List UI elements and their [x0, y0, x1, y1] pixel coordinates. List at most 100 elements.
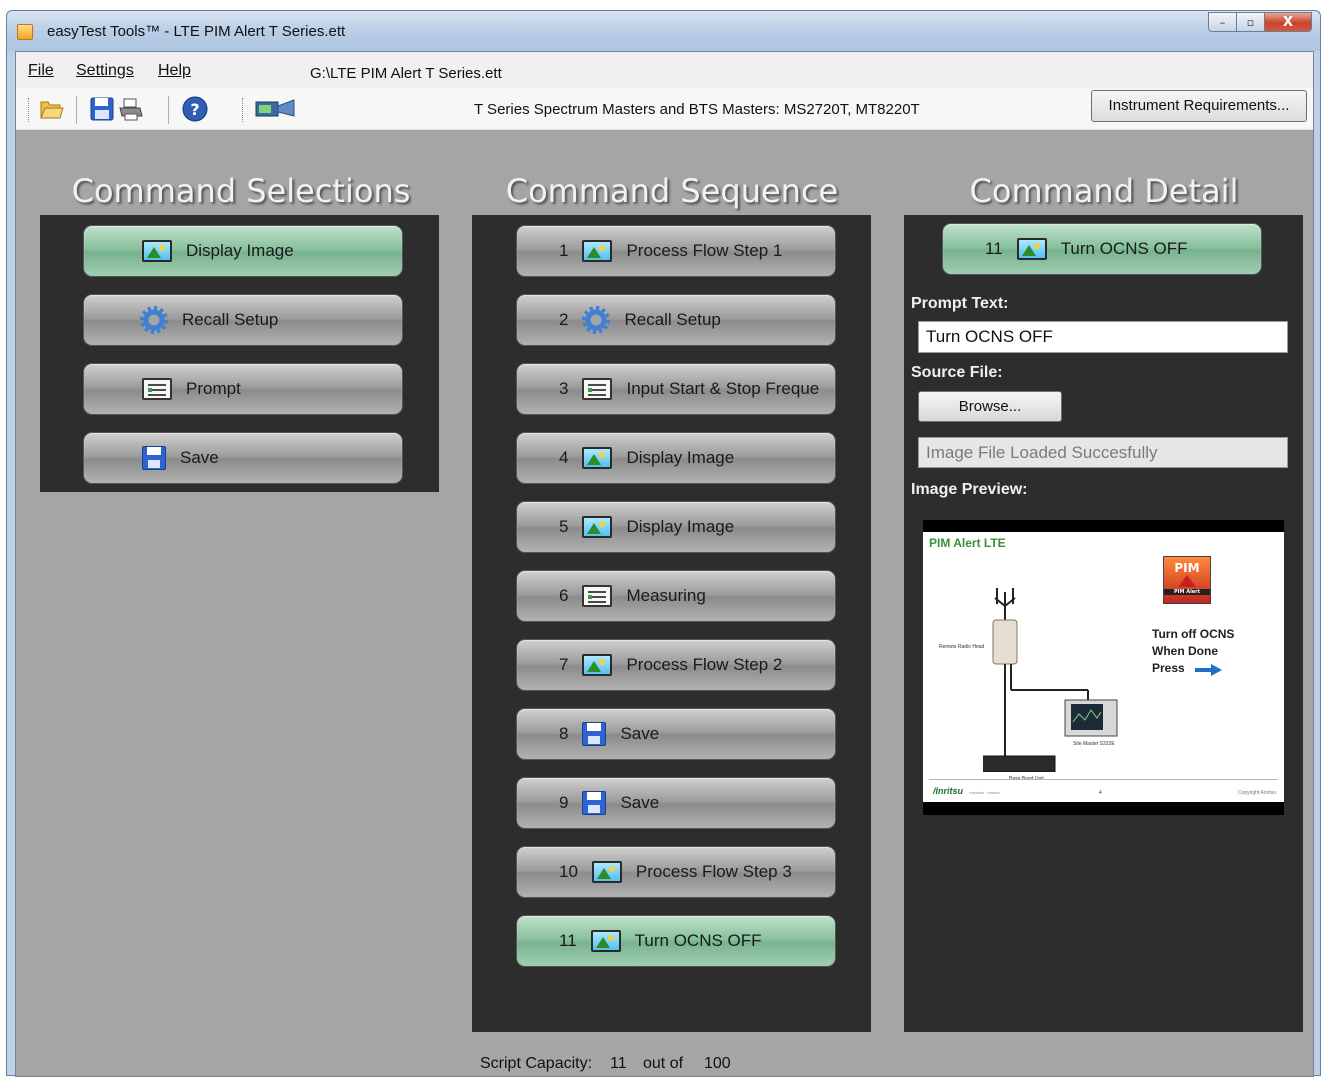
- instruction-line-3: Press: [1152, 661, 1185, 675]
- selection-label: Save: [180, 448, 219, 467]
- sequence-step-button[interactable]: 2 Recall Setup: [516, 294, 836, 346]
- step-number: 8: [559, 724, 569, 743]
- title-bar[interactable]: easyTest Tools™ - LTE PIM Alert T Series…: [7, 11, 1320, 51]
- step-label: Save: [620, 793, 660, 812]
- capacity-label: Script Capacity:: [480, 1055, 593, 1072]
- capacity-out-of: out of: [643, 1055, 684, 1072]
- save-icon: [582, 722, 607, 746]
- toolbar-grip[interactable]: [242, 98, 245, 122]
- command-detail-panel: 11 Turn OCNS OFF Prompt Text: Turn OCNS …: [904, 215, 1303, 1032]
- sequence-step-button[interactable]: 1 Process Flow Step 1: [516, 225, 836, 277]
- slide-footer-line: [929, 779, 1278, 780]
- sequence-step-button[interactable]: 4 Display Image: [516, 432, 836, 484]
- instruction-line-2: When Done: [1152, 644, 1218, 658]
- image-icon: [582, 654, 613, 676]
- toolbar-separator: [76, 96, 77, 124]
- window-controls: – ▫ X: [1208, 12, 1312, 32]
- anritsu-brand: /Inritsu: [933, 786, 964, 796]
- prompt-text-input[interactable]: Turn OCNS OFF: [918, 321, 1288, 353]
- preview-slide: PIM Alert LTE PIM PIM Alert Turn off OCN…: [923, 532, 1284, 802]
- menu-settings[interactable]: Settings: [76, 62, 134, 80]
- logo-subtext: PIM Alert: [1164, 589, 1210, 595]
- instrument-connect-icon[interactable]: [254, 96, 296, 122]
- pim-alert-logo: PIM PIM Alert: [1163, 556, 1211, 604]
- step-number: 4: [559, 448, 569, 467]
- prompt-icon: [582, 378, 613, 400]
- toolbar-separator: [168, 96, 169, 124]
- detail-step-label: Turn OCNS OFF: [1060, 239, 1188, 258]
- slide-page-number: 4: [1099, 790, 1102, 796]
- print-icon[interactable]: [118, 96, 144, 122]
- selection-prompt-button[interactable]: Prompt: [83, 363, 403, 415]
- menu-file[interactable]: File: [28, 62, 54, 80]
- step-number: 2: [559, 310, 569, 329]
- close-button[interactable]: X: [1264, 12, 1312, 32]
- gear-icon: [582, 306, 611, 334]
- menu-file-label: File: [28, 62, 54, 79]
- sequence-step-button[interactable]: 5 Display Image: [516, 501, 836, 553]
- step-label: Display Image: [626, 448, 735, 467]
- browse-button[interactable]: Browse...: [918, 391, 1062, 422]
- file-path: G:\LTE PIM Alert T Series.ett: [310, 65, 502, 82]
- remote-radio-head-label: Remote Radio Head: [939, 644, 985, 650]
- sequence-step-button[interactable]: 8 Save: [516, 708, 836, 760]
- step-number: 1: [559, 241, 569, 260]
- capacity-max: 100: [704, 1055, 731, 1072]
- site-master-label: Site Master S332E: [1073, 741, 1115, 747]
- menu-help-label: Help: [158, 62, 191, 79]
- selection-display-image-button[interactable]: Display Image: [83, 225, 403, 277]
- toolbar-grip[interactable]: [28, 98, 31, 122]
- app-icon: [17, 24, 33, 40]
- selection-label: Prompt: [186, 379, 241, 398]
- menu-bar: File Settings Help G:\LTE PIM Alert T Se…: [16, 52, 1313, 88]
- logo-triangle: [1178, 575, 1196, 587]
- step-label: Process Flow Step 2: [626, 655, 783, 674]
- command-detail-title: Command Detail: [969, 172, 1239, 210]
- instrument-requirements-button[interactable]: Instrument Requirements...: [1091, 90, 1307, 122]
- step-label: Process Flow Step 3: [635, 862, 792, 881]
- step-number: 11: [559, 931, 577, 950]
- step-number: 6: [559, 586, 569, 605]
- arrow-right-icon: [1195, 664, 1222, 676]
- toolbar: ? T Series Spectrum Masters and BTS Mast…: [16, 88, 1313, 130]
- step-label: Input Start & Stop Freque: [626, 379, 820, 398]
- image-icon: [591, 861, 622, 883]
- command-sequence-panel: 1 Process Flow Step 1 2 Recall Setup 3 I…: [472, 215, 871, 1032]
- selection-recall-setup-button[interactable]: Recall Setup: [83, 294, 403, 346]
- selection-save-button[interactable]: Save: [83, 432, 403, 484]
- step-label: Measuring: [626, 586, 706, 605]
- step-label: Recall Setup: [624, 310, 721, 329]
- logo-text: PIM: [1174, 561, 1200, 575]
- save-icon: [142, 446, 166, 470]
- app-window: easyTest Tools™ - LTE PIM Alert T Series…: [6, 10, 1321, 1077]
- maximize-button[interactable]: ▫: [1236, 12, 1264, 32]
- sequence-step-button-selected[interactable]: 11 Turn OCNS OFF: [516, 915, 836, 967]
- step-number: 9: [559, 793, 569, 812]
- image-icon: [590, 930, 621, 952]
- file-status-field: Image File Loaded Succesfully: [918, 437, 1288, 468]
- menu-help[interactable]: Help: [158, 62, 191, 80]
- step-number: 7: [559, 655, 569, 674]
- sequence-step-button[interactable]: 9 Save: [516, 777, 836, 829]
- sequence-step-button[interactable]: 3 Input Start & Stop Freque: [516, 363, 836, 415]
- svg-text:?: ?: [190, 100, 199, 119]
- detail-header-button[interactable]: 11 Turn OCNS OFF: [942, 223, 1262, 275]
- capacity-used: 11: [610, 1055, 627, 1072]
- image-icon: [1016, 238, 1047, 260]
- command-selections-panel: Display Image Recall Setup Prompt Save: [40, 215, 439, 492]
- open-folder-icon[interactable]: [38, 96, 64, 122]
- image-icon: [582, 516, 613, 538]
- sequence-step-button[interactable]: 6 Measuring: [516, 570, 836, 622]
- step-number: 10: [559, 862, 578, 881]
- sequence-step-button[interactable]: 7 Process Flow Step 2: [516, 639, 836, 691]
- image-icon: [582, 240, 613, 262]
- image-icon: [142, 240, 172, 262]
- save-icon[interactable]: [89, 96, 115, 122]
- help-icon[interactable]: ?: [182, 96, 208, 122]
- minimize-button[interactable]: –: [1208, 12, 1236, 32]
- instruction-line-1: Turn off OCNS: [1152, 627, 1235, 641]
- prompt-icon: [142, 378, 172, 400]
- sequence-step-button[interactable]: 10 Process Flow Step 3: [516, 846, 836, 898]
- step-number: 5: [559, 517, 569, 536]
- detail-step-number: 11: [985, 239, 1003, 258]
